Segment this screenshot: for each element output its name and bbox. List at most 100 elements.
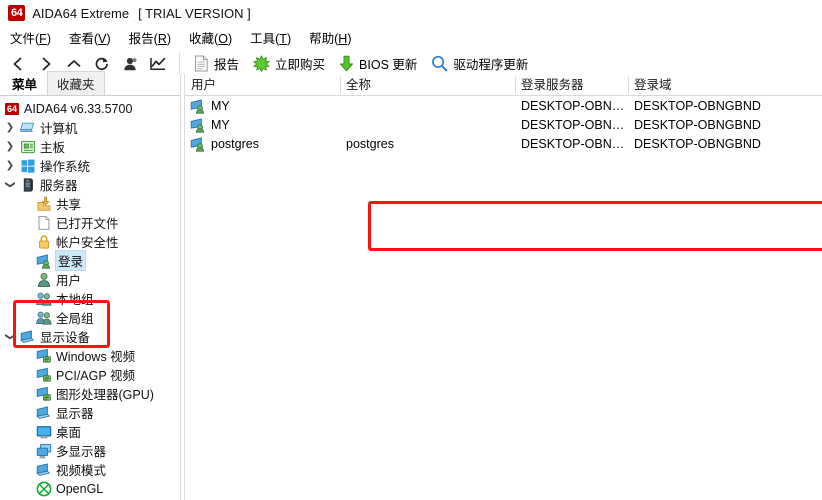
openfile-icon [36, 215, 52, 231]
sidebar-item-12[interactable]: Windows 视频 [0, 346, 180, 365]
cell-server: DESKTOP-OBNGBN... [521, 136, 628, 151]
sidebar-item-15[interactable]: 显示器 [0, 403, 180, 422]
display-icon [36, 405, 52, 421]
sidebar-item-0[interactable]: ❯ 计算机 [0, 118, 180, 137]
buy-star-icon [253, 55, 270, 72]
driver-update-label: 驱动程序更新 [453, 58, 529, 72]
sidebar-item-19[interactable]: OpenGL [0, 479, 180, 498]
sidebar-item-label: 登录 [54, 250, 87, 271]
cell-user: postgres [185, 136, 340, 152]
table-body: MY DESKTOP-OBNGBN... DESKTOP-OBNGBND MY DESK… [185, 96, 822, 153]
sidebar-item-17[interactable]: 多显示器 [0, 441, 180, 460]
chevron-right-icon[interactable]: ❯ [4, 141, 16, 152]
group-icon [36, 310, 52, 326]
sidebar-item-18[interactable]: 视频模式 [0, 460, 180, 479]
cell-full: postgres [346, 136, 394, 151]
sidebar: 菜单 收藏夹 64 AIDA64 v6.33.5700 ❯ 计算机 ❯ 主板 ❯ 操作系统 ❮… [0, 71, 180, 500]
sidebar-tab-label: 收藏夹 [57, 78, 95, 92]
app-logo-icon: 64 [4, 102, 19, 115]
menu-tools[interactable]: 工具(T) [248, 27, 293, 48]
trial-label: [ TRIAL VERSION ] [138, 5, 251, 21]
sidebar-item-label: 多显示器 [56, 445, 107, 459]
menu-view[interactable]: 查看(V) [67, 27, 113, 48]
menu-favorites[interactable]: 收藏(O) [187, 27, 234, 48]
lock-icon [36, 234, 52, 250]
sidebar-item-label: 主板 [40, 141, 66, 155]
multimon-icon [36, 443, 52, 459]
chevron-down-icon[interactable]: ❮ [5, 331, 16, 343]
sidebar-item-label: 显示设备 [40, 331, 91, 345]
person-icon [36, 272, 52, 288]
sidebar-item-13[interactable]: PCI/AGP 视频 [0, 365, 180, 384]
menu-file[interactable]: 文件(F) [8, 27, 53, 48]
sidebar-item-5[interactable]: 已打开文件 [0, 213, 180, 232]
display-icon [36, 462, 52, 478]
sidebar-item-label: OpenGL [56, 481, 104, 496]
column-header-domain[interactable]: 登录域 [628, 74, 818, 96]
menu-help[interactable]: 帮助(H) [307, 27, 353, 48]
menu-bar: 文件(F) 查看(V) 报告(R) 收藏(O) 工具(T) 帮助(H) [0, 26, 822, 48]
table-row[interactable]: MY DESKTOP-OBNGBN... DESKTOP-OBNGBND [185, 115, 822, 134]
report-button-label: 报告 [214, 58, 240, 72]
column-header-label: 用户 [191, 77, 217, 92]
table-row[interactable]: MY DESKTOP-OBNGBN... DESKTOP-OBNGBND [185, 96, 822, 115]
download-arrow-icon [339, 55, 354, 72]
sidebar-tree: 64 AIDA64 v6.33.5700 ❯ 计算机 ❯ 主板 ❯ 操作系统 ❮ 服务器 共享已… [0, 96, 180, 500]
video-icon [36, 348, 52, 364]
sidebar-item-3[interactable]: ❮ 服务器 [0, 175, 180, 194]
sidebar-item-6[interactable]: 帐户安全性 [0, 232, 180, 251]
sidebar-item-8[interactable]: 用户 [0, 270, 180, 289]
logon-icon [36, 253, 52, 269]
magnifier-icon [431, 55, 448, 72]
cell-user: MY [185, 98, 340, 114]
sidebar-item-label: 帐户安全性 [56, 236, 119, 250]
report-page-icon [194, 55, 209, 72]
sidebar-tab-label: 菜单 [12, 78, 38, 92]
column-header-server[interactable]: 登录服务器 [515, 74, 628, 96]
sidebar-item-10[interactable]: 全局组 [0, 308, 180, 327]
sidebar-item-label: 显示器 [56, 407, 94, 421]
sidebar-item-label: 桌面 [56, 426, 82, 440]
chevron-right-icon[interactable]: ❯ [4, 122, 16, 133]
sidebar-item-label: 用户 [56, 274, 82, 288]
menu-report[interactable]: 报告(R) [127, 27, 173, 48]
sidebar-item-label: 服务器 [40, 179, 78, 193]
cell-text: postgres [211, 136, 259, 151]
cell-text: MY [211, 98, 230, 113]
mainboard-icon [20, 139, 36, 155]
table-row[interactable]: postgres postgres DESKTOP-OBNGBN... DESKTOP… [185, 134, 822, 153]
column-header-full[interactable]: 全称 [340, 74, 515, 96]
sidebar-item-2[interactable]: ❯ 操作系统 [0, 156, 180, 175]
sidebar-item-4[interactable]: 共享 [0, 194, 180, 213]
column-header-label: 登录服务器 [521, 77, 584, 92]
cell-domain: DESKTOP-OBNGBND [634, 136, 761, 151]
app-logo-icon: 64 [8, 5, 26, 21]
buy-now-label: 立即购买 [275, 58, 326, 72]
chevron-down-icon[interactable]: ❮ [5, 179, 16, 191]
sidebar-item-label: Windows 视频 [56, 350, 136, 364]
group-icon [36, 291, 52, 307]
sidebar-item-label: 本地组 [56, 293, 94, 307]
cell-domain: DESKTOP-OBNGBND [634, 117, 761, 132]
sidebar-item-16[interactable]: 桌面 [0, 422, 180, 441]
windows-icon [20, 158, 36, 174]
chevron-right-icon[interactable]: ❯ [4, 160, 16, 171]
cell-domain: DESKTOP-OBNGBND [634, 98, 761, 113]
sidebar-item-label: 操作系统 [40, 160, 91, 174]
cell-server: DESKTOP-OBNGBN... [521, 117, 628, 132]
sidebar-tab-1[interactable]: 收藏夹 [47, 71, 105, 95]
sidebar-tab-0[interactable]: 菜单 [2, 71, 47, 95]
sidebar-item-7[interactable]: 登录 [0, 250, 180, 271]
sidebar-item-9[interactable]: 本地组 [0, 289, 180, 308]
title-bar: 64 AIDA64 Extreme [ TRIAL VERSION ] [0, 0, 822, 26]
sidebar-item-14[interactable]: 图形处理器(GPU) [0, 384, 180, 403]
logon-user-icon [190, 98, 206, 114]
sidebar-item-label: PCI/AGP 视频 [56, 369, 135, 383]
toolbar-separator [179, 52, 180, 75]
tree-root[interactable]: 64 AIDA64 v6.33.5700 [0, 99, 180, 118]
sidebar-item-11[interactable]: ❮ 显示设备 [0, 327, 180, 346]
sidebar-item-1[interactable]: ❯ 主板 [0, 137, 180, 156]
column-header-user[interactable]: 用户 [185, 74, 340, 96]
sidebar-item-label: 共享 [56, 198, 82, 212]
opengl-icon [36, 481, 52, 497]
